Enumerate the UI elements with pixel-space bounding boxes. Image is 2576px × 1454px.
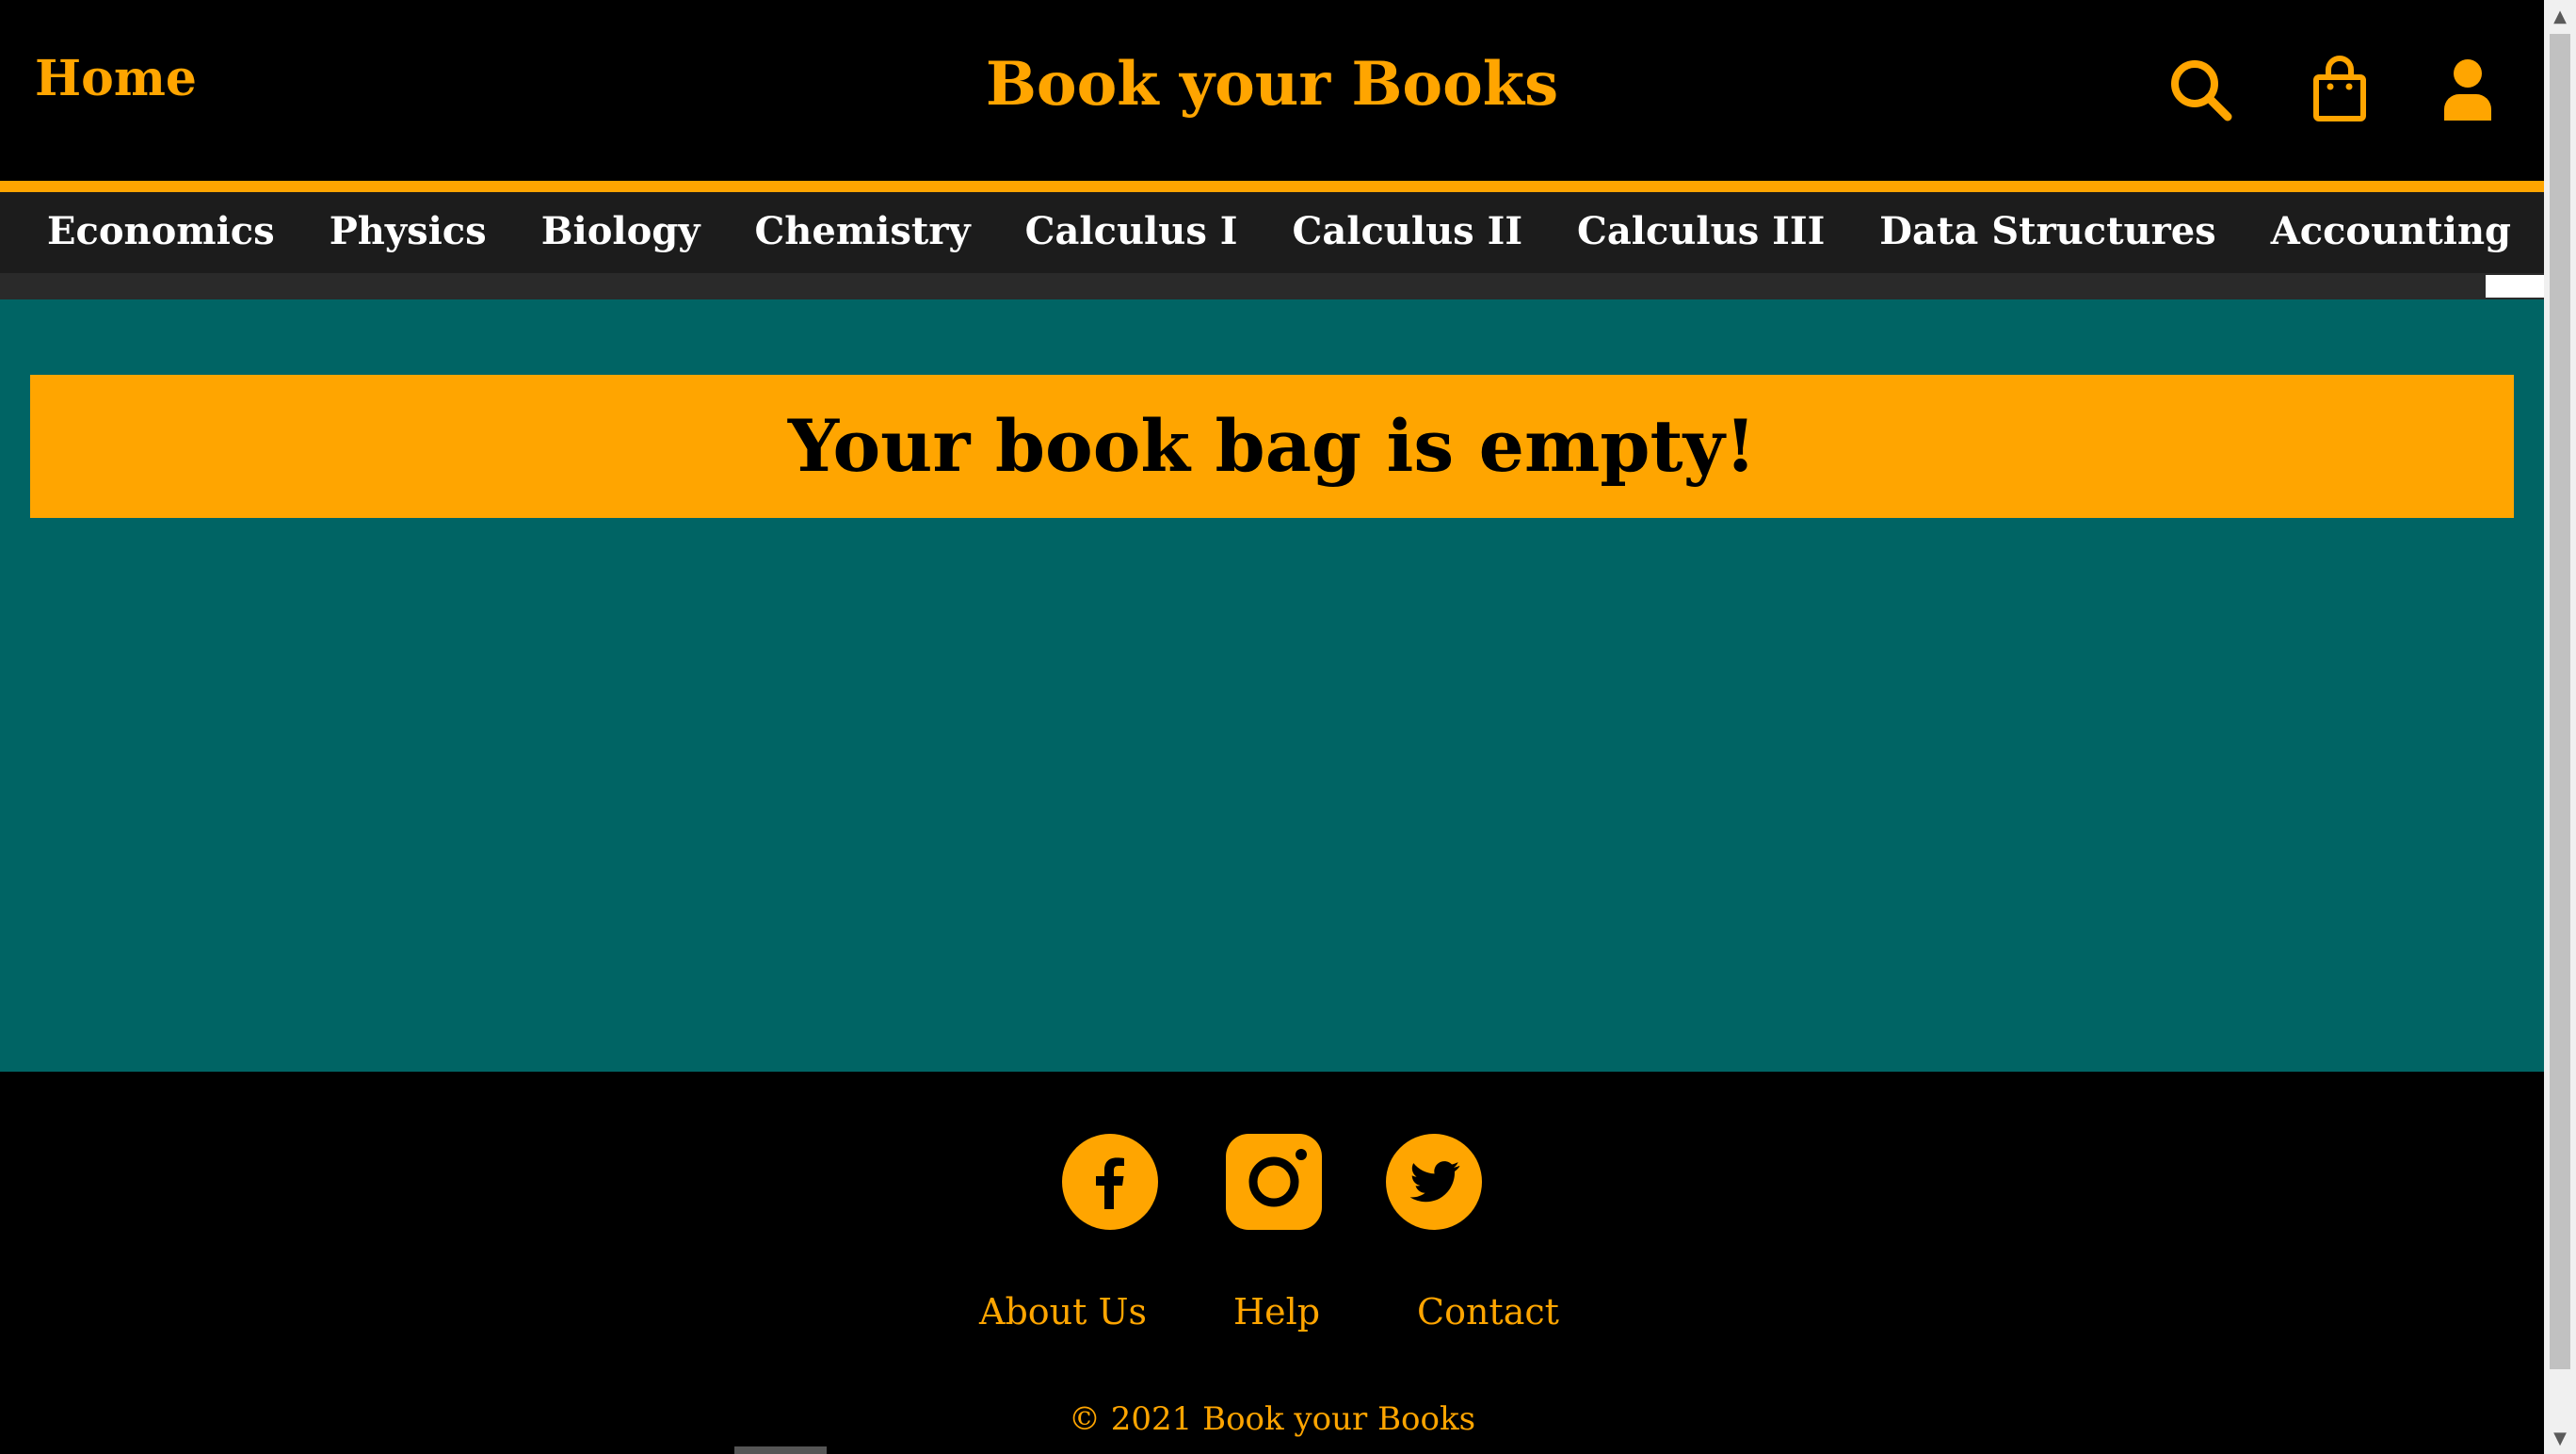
footer-link-about[interactable]: About Us (979, 1294, 1147, 1330)
twitter-icon[interactable] (1386, 1134, 1482, 1230)
category-list: Economics Physics Biology Chemistry Calculus… (47, 211, 2544, 252)
category-nav-scrollbar[interactable] (0, 273, 2544, 299)
copyright-text: © 2021 Book your Books (1068, 1400, 1476, 1438)
category-item[interactable]: Calculus I (1025, 211, 1238, 252)
category-item[interactable]: Calculus II (1293, 211, 1523, 252)
horizontal-scrollbar-thumb[interactable] (734, 1446, 827, 1454)
category-item[interactable]: Calculus III (1577, 211, 1825, 252)
category-nav: Economics Physics Biology Chemistry Calculus… (0, 192, 2544, 273)
shopping-bag-icon[interactable] (2305, 55, 2375, 124)
category-item[interactable]: Data Structures (1879, 211, 2215, 252)
site-title: Book your Books (985, 49, 1559, 120)
page: Home Book your Books Economics Physics B… (0, 0, 2544, 1454)
category-item[interactable]: Biology (541, 211, 700, 252)
footer: About Us Help Contact © 2021 Book your B… (0, 1072, 2544, 1454)
page-scrollbar[interactable]: ▲ ▼ (2544, 0, 2576, 1454)
empty-bag-banner: Your book bag is empty! (30, 375, 2514, 518)
header-divider (0, 181, 2544, 192)
top-header: Home Book your Books (0, 0, 2544, 181)
page-scrollbar-thumb[interactable] (2550, 34, 2570, 1369)
instagram-icon[interactable] (1226, 1134, 1322, 1230)
footer-link-contact[interactable]: Contact (1417, 1294, 1559, 1330)
empty-bag-message: Your book bag is empty! (787, 404, 1757, 488)
user-icon[interactable] (2433, 55, 2503, 124)
footer-link-help[interactable]: Help (1233, 1294, 1320, 1330)
category-nav-scrollbar-thumb[interactable] (2486, 275, 2544, 298)
main-content: Your book bag is empty! (0, 299, 2544, 1072)
category-item[interactable]: Chemistry (754, 211, 970, 252)
category-item[interactable]: Economics (47, 211, 275, 252)
facebook-icon[interactable] (1062, 1134, 1158, 1230)
category-item[interactable]: Accounting (2271, 211, 2511, 252)
scroll-down-arrow-icon[interactable]: ▼ (2544, 1422, 2576, 1454)
category-item[interactable]: Physics (330, 211, 487, 252)
scroll-up-arrow-icon[interactable]: ▲ (2544, 0, 2576, 32)
search-icon[interactable] (2165, 55, 2235, 124)
